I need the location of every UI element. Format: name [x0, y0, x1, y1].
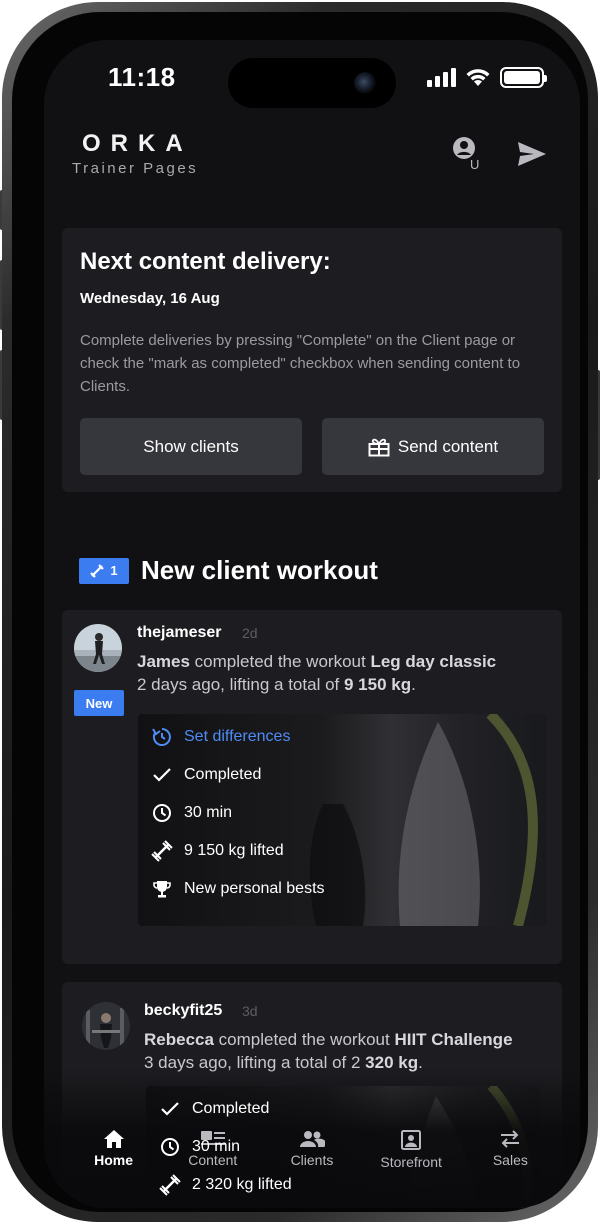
brand: ORKA Trainer Pages: [72, 130, 198, 177]
set-differences-row[interactable]: Set differences: [138, 718, 546, 756]
checkmark-icon: [153, 768, 171, 782]
personal-bests-row: New personal bests: [138, 870, 546, 908]
lifted-row: 9 150 kg lifted: [138, 832, 546, 870]
duration-label: 30 min: [192, 1138, 241, 1155]
svg-text:U: U: [470, 157, 479, 170]
duration-label: 30 min: [184, 804, 233, 821]
username[interactable]: beckyfit25: [144, 1002, 222, 1020]
workout-summary-card[interactable]: Set differences Completed 30 min 9 150 k…: [138, 714, 546, 926]
completed-row: Completed: [138, 756, 546, 794]
lifted-label: 2 320 kg lifted: [192, 1176, 292, 1193]
show-clients-label: Show clients: [143, 436, 239, 456]
wifi-icon: [466, 69, 490, 86]
activity-text: James completed the workout Leg day clas…: [137, 650, 557, 696]
feed-item[interactable]: New thejameser 2d James completed the wo…: [62, 610, 562, 964]
avatar[interactable]: [74, 624, 122, 672]
activity-verb: completed the workout: [194, 652, 366, 671]
battery-icon: [500, 66, 547, 88]
personal-bests-label: New personal bests: [184, 880, 325, 897]
send-content-button[interactable]: Send content: [322, 418, 544, 475]
phone-frame: 11:18 ORKA Trainer Pages U Next content …: [2, 2, 598, 1222]
time-ago: 2d: [242, 625, 258, 641]
clock-icon: [153, 804, 171, 822]
dumbbell-icon: [90, 563, 105, 578]
delivery-description: Complete deliveries by pressing "Complet…: [80, 332, 521, 395]
period: .: [411, 675, 416, 694]
time-ago: 3d: [242, 1003, 258, 1019]
checkmark-icon: [161, 1102, 179, 1116]
set-differences-label: Set differences: [184, 728, 291, 745]
history-icon: [152, 728, 171, 746]
completed-label: Completed: [184, 766, 262, 783]
brand-subtitle: Trainer Pages: [72, 160, 199, 177]
trophy-icon: [153, 881, 171, 898]
nav-home[interactable]: Home: [71, 1129, 157, 1170]
paper-plane-icon[interactable]: [516, 140, 548, 173]
lifted-label: 9 150 kg lifted: [184, 842, 284, 859]
username[interactable]: thejameser: [137, 624, 222, 642]
completed-row: Completed: [146, 1090, 540, 1128]
completed-label: Completed: [192, 1100, 270, 1117]
client-name: Rebecca: [144, 1030, 214, 1049]
workout-name: HIIT Challenge: [394, 1030, 513, 1049]
client-name: James: [137, 652, 190, 671]
dumbbell-icon: [159, 1174, 181, 1196]
activity-summary: 2 days ago, lifting a total of: [137, 675, 340, 694]
dumbbell-icon: [151, 840, 173, 862]
new-badge: New: [74, 690, 124, 716]
user-profile-icon[interactable]: U: [452, 136, 484, 175]
duration-row: 30 min: [146, 1128, 540, 1166]
status-time: 11:18: [108, 62, 176, 92]
dynamic-island: [228, 58, 396, 108]
total-weight: 9 150 kg: [343, 675, 412, 694]
show-clients-button[interactable]: Show clients: [80, 418, 302, 475]
delivery-card: Next content delivery: Wednesday, 16 Aug…: [62, 228, 562, 492]
workout-name: Leg day classic: [370, 652, 497, 671]
section-title: New client workout: [141, 555, 378, 585]
clock-icon: [161, 1138, 179, 1156]
send-content-label: Send content: [397, 436, 499, 456]
orka-logo: ORKA: [82, 130, 193, 157]
avatar[interactable]: [82, 1002, 130, 1050]
badge-count-value: 1: [110, 563, 118, 578]
cellular-signal-icon: [427, 67, 456, 87]
phone-bezel: 11:18 ORKA Trainer Pages U Next content …: [12, 12, 588, 1212]
workout-summary-card[interactable]: Completed 30 min 2 320 kg lifted: [146, 1086, 540, 1208]
app-screen: 11:18 ORKA Trainer Pages U Next content …: [44, 40, 580, 1208]
new-workout-count-badge: 1: [79, 557, 129, 584]
delivery-actions: Show clients Send content: [80, 418, 544, 475]
nav-home-label: Home: [94, 1152, 134, 1168]
duration-row: 30 min: [138, 794, 546, 832]
delivery-date: Wednesday, 16 Aug: [80, 290, 220, 307]
activity-verb: completed the workout: [218, 1030, 390, 1049]
gift-box-icon: [368, 438, 390, 456]
lifted-row: 2 320 kg lifted: [146, 1166, 540, 1204]
front-camera: [354, 72, 376, 94]
section-header: 1 New client workout: [79, 555, 378, 586]
home-icon: [103, 1130, 124, 1148]
status-icons: [427, 66, 547, 88]
delivery-title: Next content delivery:: [80, 248, 331, 275]
